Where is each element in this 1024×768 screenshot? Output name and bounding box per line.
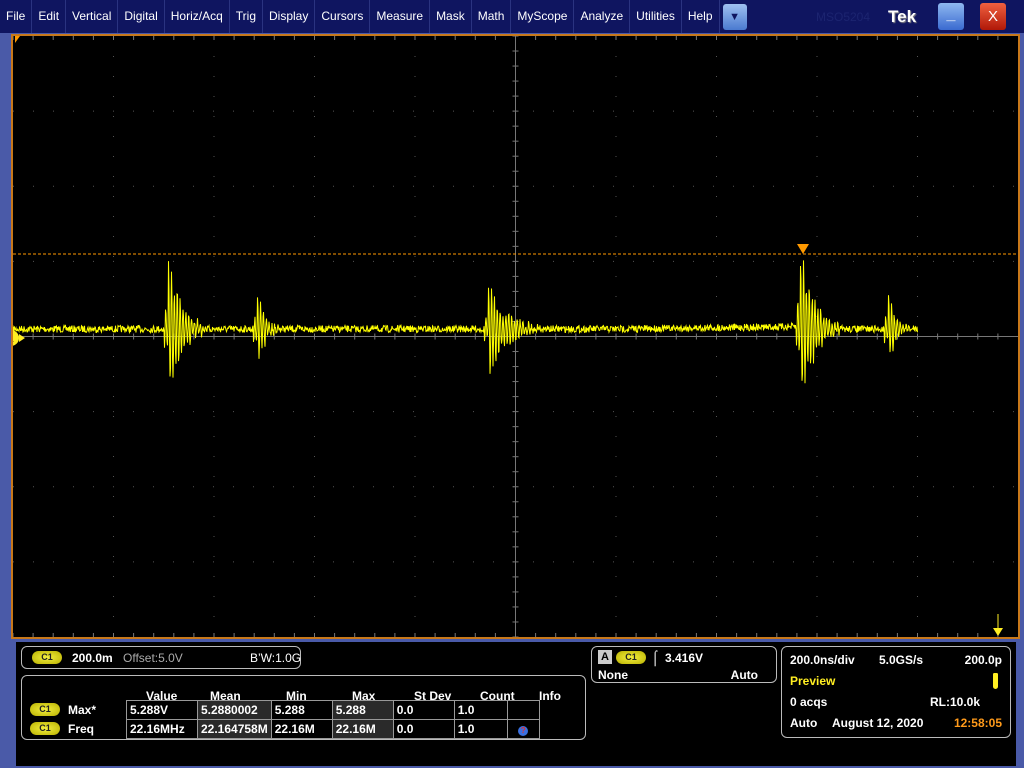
title-area: MSO5204 Tek _ X — [750, 0, 1024, 33]
cell: 22.16M — [270, 719, 333, 739]
cell: 22.16MHz — [126, 719, 198, 739]
menu-help[interactable]: Help — [682, 0, 720, 33]
cell: 1.0 — [453, 700, 508, 720]
row-label: Freq — [68, 722, 95, 736]
menu-analyze[interactable]: Analyze — [574, 0, 631, 33]
col-header: Info — [539, 689, 561, 703]
acq-mode: Auto — [790, 716, 818, 730]
cell: 1.0 — [453, 719, 508, 739]
trigger-mode: Auto — [730, 668, 758, 682]
channel-offset: Offset:5.0V — [123, 651, 183, 665]
model-label: MSO5204 — [816, 9, 871, 24]
menu-display[interactable]: Display — [263, 0, 316, 33]
trigger-coupling: None — [598, 668, 628, 682]
channel-1-ground-marker — [13, 330, 19, 346]
cell: 5.288V — [126, 700, 198, 720]
channel-badge: C1 — [32, 651, 62, 664]
channel-bandwidth: B’W:1.0G — [250, 651, 302, 665]
measurement-grid: 5.288V 5.2880002 5.288 5.288 0.0 1.0 22.… — [126, 700, 540, 739]
record-length: RL:10.0k — [930, 695, 981, 709]
timebase: 200.0ns/div — [790, 653, 855, 667]
info-icon[interactable]: ? — [518, 726, 529, 736]
cell: 22.164758M — [197, 719, 272, 739]
channel-scale: 200.0m — [72, 651, 113, 665]
menu-dropdown-button[interactable]: ▼ — [722, 3, 747, 30]
table-row[interactable]: 22.16MHz 22.164758M 22.16M 22.16M 0.0 1.… — [126, 719, 540, 739]
menu-file[interactable]: File — [0, 0, 33, 33]
menu-edit[interactable]: Edit — [32, 0, 67, 33]
channel-readout[interactable]: C1 200.0m Offset:5.0V B’W:1.0G — [21, 646, 301, 669]
trigger-readout[interactable]: A C1 ⌠ 3.416V None Auto — [591, 646, 777, 683]
menu-cursors[interactable]: Cursors — [315, 0, 371, 33]
waveform-display[interactable]: 1 — [11, 34, 1020, 639]
menu-measure[interactable]: Measure — [370, 0, 431, 33]
menu-trig[interactable]: Trig — [230, 0, 263, 33]
row-badge: C1 — [30, 722, 60, 735]
acquisition-readout[interactable]: 200.0ns/div 5.0GS/s 200.0p Preview 0 acq… — [781, 646, 1011, 738]
close-button[interactable]: X — [980, 3, 1006, 30]
menu-vertical[interactable]: Vertical — [66, 0, 119, 33]
cell: 0.0 — [392, 700, 455, 720]
menu-utilities[interactable]: Utilities — [630, 0, 682, 33]
cell: 5.2880002 — [197, 700, 272, 720]
brand-logo: Tek — [888, 6, 917, 26]
cell: 0.0 — [392, 719, 455, 739]
cell: 5.288 — [331, 700, 394, 720]
cell: 5.288 — [270, 700, 333, 720]
time: 12:58:05 — [953, 716, 1002, 730]
menu-horiz-acq[interactable]: Horiz/Acq — [165, 0, 230, 33]
acq-count: 0 acqs — [790, 695, 828, 709]
menu-myscope[interactable]: MyScope — [511, 0, 575, 33]
row-badge: C1 — [30, 703, 60, 716]
minimize-button[interactable]: _ — [938, 3, 964, 30]
menu-mask[interactable]: Mask — [430, 0, 472, 33]
channel-1-trace — [13, 260, 918, 384]
trigger-label: A — [598, 650, 612, 664]
sample-rate: 5.0GS/s — [879, 653, 924, 667]
table-row[interactable]: 5.288V 5.2880002 5.288 5.288 0.0 1.0 — [126, 700, 540, 720]
measurement-table[interactable]: Value Mean Min Max St Dev Count Info C1 … — [21, 675, 586, 740]
graticule: 1 — [13, 36, 1018, 637]
trigger-position-marker — [797, 244, 809, 254]
trigger-level: 3.416V — [665, 651, 704, 665]
channel-1-ground-arrow — [19, 334, 25, 342]
resolution: 200.0p — [964, 653, 1002, 667]
rising-edge-icon: ⌠ — [651, 649, 660, 665]
trigger-source-badge: C1 — [616, 651, 646, 664]
menu-math[interactable]: Math — [472, 0, 512, 33]
row-label: Max* — [68, 703, 97, 717]
acq-state: Preview — [790, 674, 836, 688]
horizontal-position-marker — [15, 36, 20, 43]
menu-digital[interactable]: Digital — [118, 0, 165, 33]
thermometer-icon — [993, 673, 998, 689]
cell — [506, 700, 540, 720]
date: August 12, 2020 — [832, 716, 924, 730]
status-panel: C1 200.0m Offset:5.0V B’W:1.0G Value Mea… — [16, 642, 1016, 766]
cell: 22.16M — [331, 719, 394, 739]
